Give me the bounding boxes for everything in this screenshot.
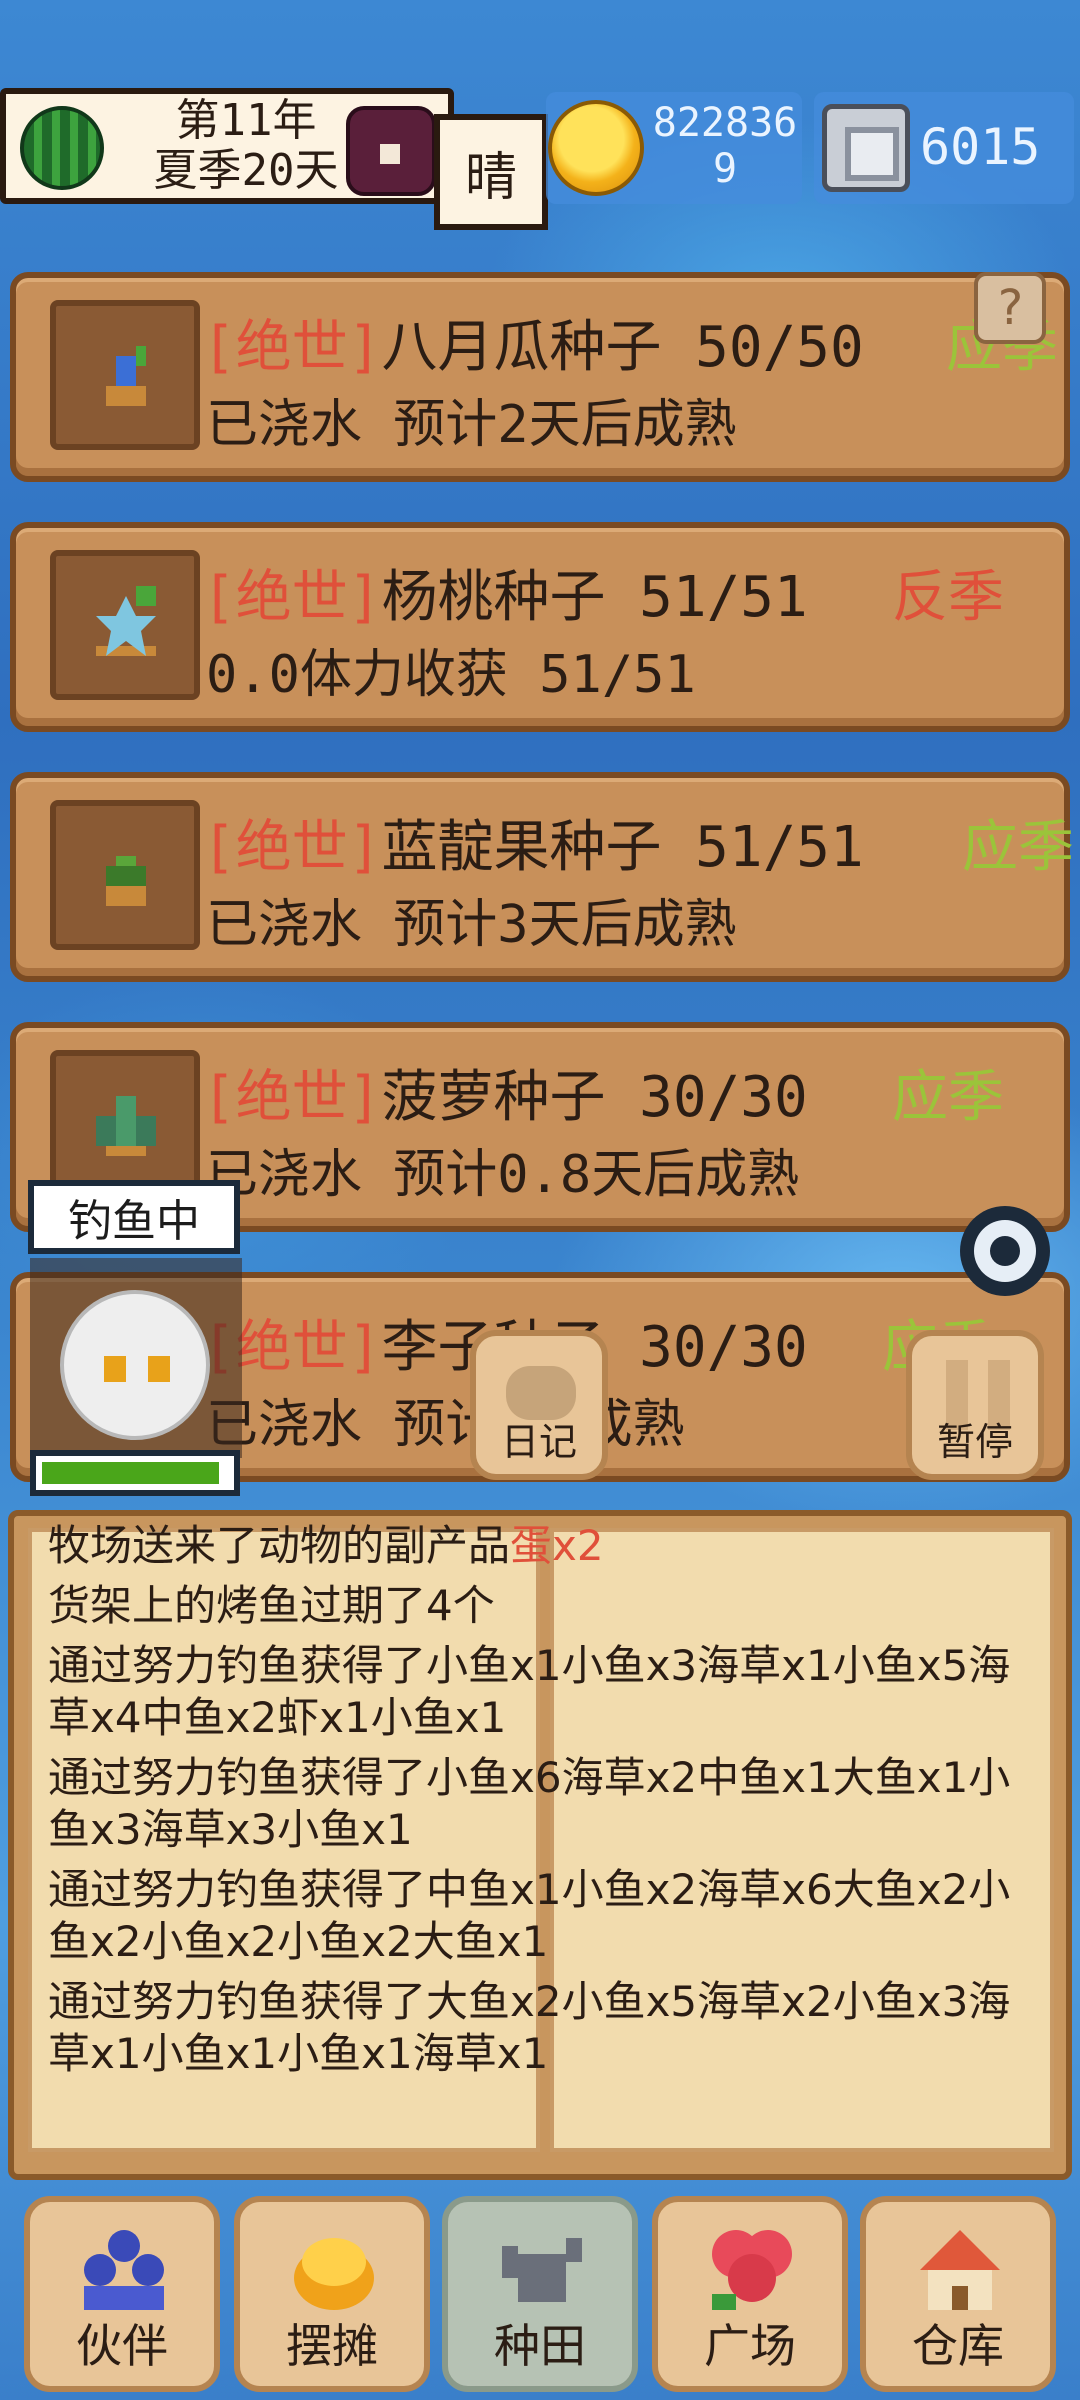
log-entry: 通过努力钓鱼获得了小鱼x6海草x2中鱼x1大鱼x1小鱼x3海草x3小鱼x1 — [48, 1753, 1011, 1854]
nav-label: 摆摊 — [286, 2319, 378, 2373]
rarity-tag: [绝世] — [202, 565, 382, 630]
crop-card[interactable]: [绝世]八月瓜种子 50/50 应季 已浇水 预计2天后成熟 ? — [10, 272, 1070, 482]
flower-icon — [712, 2230, 792, 2310]
crop-name: 杨桃种子 51/51 — [381, 565, 808, 630]
pause-label: 暂停 — [936, 1420, 1013, 1464]
haskap-seedling-icon — [106, 856, 146, 906]
starfruit-plant-icon — [96, 586, 156, 656]
watermelon-icon — [20, 106, 104, 190]
crop-slot — [50, 550, 200, 700]
character-eye — [148, 1356, 170, 1382]
crop-status: 已浇水 预计3天后成熟 — [206, 895, 737, 955]
log-item: 蛋x2 — [510, 1521, 604, 1570]
date-text: 第11年 夏季20天 — [146, 96, 346, 196]
nav-label: 广场 — [704, 2319, 796, 2373]
season-tag: 应季 — [962, 815, 1074, 880]
crop-status: 0.0体力收获 51/51 — [206, 645, 696, 705]
log-text: 牧场送来了动物的副产品 — [48, 1521, 511, 1570]
diary-label: 日记 — [500, 1420, 577, 1464]
gold-amount: 8228369 — [652, 100, 798, 192]
character-status-label: 钓鱼中 — [28, 1180, 240, 1254]
event-log[interactable]: 牧场送来了动物的副产品蛋x2 货架上的烤鱼过期了4个 通过努力钓鱼获得了小鱼x1… — [48, 1520, 1038, 2088]
gem-icon — [822, 104, 910, 192]
pineapple-plant-icon — [96, 1096, 156, 1156]
watering-can-icon — [502, 2238, 582, 2302]
crop-slot — [50, 1050, 200, 1200]
house-icon — [920, 2230, 1000, 2310]
gold-coin-icon — [548, 100, 644, 196]
season-day-label: 夏季20天 — [153, 145, 339, 196]
season-tag: 反季 — [892, 565, 1004, 630]
pause-button[interactable]: 暂停 — [906, 1330, 1044, 1480]
season-tag: 应季 — [892, 1065, 1004, 1130]
nav-warehouse[interactable]: 仓库 — [860, 2196, 1056, 2392]
crop-status: 已浇水 预计 后成熟 — [206, 1395, 685, 1455]
date-panel: 第11年 夏季20天 — [0, 88, 454, 204]
moon-icon — [346, 106, 436, 196]
help-button[interactable]: ? — [974, 272, 1046, 344]
crop-status: 已浇水 预计2天后成熟 — [206, 395, 737, 455]
crop-status: 已浇水 预计0.8天后成熟 — [206, 1145, 800, 1205]
companion-icon — [84, 2230, 164, 2310]
nav-farm[interactable]: 种田 — [442, 2196, 638, 2392]
crop-card[interactable]: [绝世]杨桃种子 51/51 反季 0.0体力收获 51/51 — [10, 522, 1070, 732]
stamina-fill — [42, 1462, 219, 1484]
crop-slot — [50, 800, 200, 950]
stall-icon — [294, 2238, 374, 2310]
weather-badge: 晴 — [434, 114, 548, 230]
diary-button[interactable]: 日记 — [470, 1330, 608, 1480]
rarity-tag: [绝世] — [202, 1065, 382, 1130]
year-label: 第11年 — [175, 95, 317, 146]
log-entry: 货架上的烤鱼过期了4个 — [48, 1581, 495, 1630]
gem-amount: 6015 — [920, 118, 1041, 176]
rarity-tag: [绝世] — [202, 815, 382, 880]
nav-label: 伙伴 — [76, 2319, 168, 2373]
stamina-bar — [30, 1450, 240, 1496]
nav-label: 种田 — [494, 2319, 586, 2373]
log-entry: 通过努力钓鱼获得了中鱼x1小鱼x2海草x6大鱼x2小鱼x2小鱼x2小鱼x2大鱼x… — [48, 1865, 1011, 1966]
log-entry: 通过努力钓鱼获得了大鱼x2小鱼x5海草x2小鱼x3海草x1小鱼x1小鱼x1海草x… — [48, 1977, 1011, 2078]
nav-plaza[interactable]: 广场 — [652, 2196, 848, 2392]
log-entry: 牧场送来了动物的副产品蛋x2 — [48, 1520, 1038, 1572]
settings-gear-icon[interactable] — [960, 1206, 1050, 1296]
crop-name: 八月瓜种子 50/50 — [381, 315, 864, 380]
crop-slot — [50, 300, 200, 450]
nav-label: 仓库 — [912, 2319, 1004, 2373]
crop-name: 蓝靛果种子 51/51 — [381, 815, 864, 880]
rarity-tag: [绝世] — [202, 315, 382, 380]
log-entry: 通过努力钓鱼获得了小鱼x1小鱼x3海草x1小鱼x5海草x4中鱼x2虾x1小鱼x1 — [48, 1641, 1011, 1742]
character-avatar[interactable] — [60, 1290, 210, 1440]
akebia-seedling-icon — [106, 346, 146, 406]
crop-name: 菠萝种子 30/30 — [381, 1065, 808, 1130]
character-eye — [104, 1356, 126, 1382]
crop-card[interactable]: [绝世]蓝靛果种子 51/51 应季 已浇水 预计3天后成熟 — [10, 772, 1074, 982]
nav-stall[interactable]: 摆摊 — [234, 2196, 430, 2392]
nav-companion[interactable]: 伙伴 — [24, 2196, 220, 2392]
